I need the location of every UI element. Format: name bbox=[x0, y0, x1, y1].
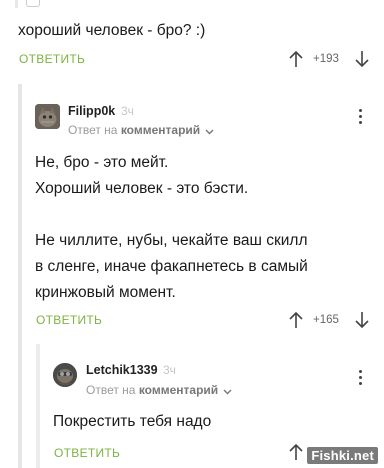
avatar bbox=[35, 104, 60, 129]
kebab-menu-icon[interactable] bbox=[357, 109, 363, 125]
arrow-down-icon[interactable] bbox=[354, 311, 370, 329]
comment-body: Покрестить тебя надо bbox=[53, 413, 212, 430]
reply-button[interactable]: ОТВЕТИТЬ bbox=[19, 52, 85, 66]
watermark: Fishki.net bbox=[307, 447, 378, 464]
username[interactable]: Filipp0k bbox=[68, 104, 115, 118]
comment-line: Не, бро - это мейт. bbox=[35, 154, 169, 171]
meta-link[interactable]: комментарий bbox=[139, 383, 218, 397]
chevron-down-icon[interactable] bbox=[223, 384, 232, 398]
arrow-up-icon[interactable] bbox=[288, 443, 304, 461]
chevron-down-icon[interactable] bbox=[205, 124, 214, 138]
reply-button[interactable]: ОТВЕТИТЬ bbox=[36, 313, 102, 327]
arrow-up-icon[interactable] bbox=[288, 311, 304, 329]
reply-button[interactable]: ОТВЕТИТЬ bbox=[54, 446, 120, 460]
timestamp: 3ч bbox=[121, 104, 134, 118]
thread-indent-line bbox=[18, 84, 22, 468]
score-count: +165 bbox=[313, 314, 339, 326]
timestamp: 3ч bbox=[163, 363, 176, 377]
comment-line: кринжовый момент. bbox=[35, 284, 176, 301]
meta-link[interactable]: комментарий bbox=[121, 123, 200, 137]
previous-comment-edge bbox=[0, 0, 384, 10]
meta-prefix: Ответ на bbox=[68, 123, 118, 137]
comment-line: Не чиллите, нубы, чекайте ваш скилл bbox=[35, 232, 308, 249]
score-count: +193 bbox=[313, 53, 339, 65]
kebab-menu-icon[interactable] bbox=[357, 370, 363, 386]
comment-line: в сленге, иначе факапнетесь в самый bbox=[35, 258, 308, 275]
arrow-up-icon[interactable] bbox=[288, 50, 304, 68]
reply-to-meta[interactable]: Ответ на комментарий bbox=[86, 383, 232, 398]
comment-line: Хороший человек - это бэсти. bbox=[35, 180, 249, 197]
top-comment-text: хороший человек - бро? :) bbox=[18, 22, 206, 39]
username[interactable]: Letchik1339 bbox=[86, 363, 158, 377]
meta-prefix: Ответ на bbox=[86, 383, 136, 397]
avatar bbox=[53, 363, 77, 387]
comment-body: Не, бро - это мейт. Хороший человек - эт… bbox=[35, 150, 308, 306]
thread-indent-line bbox=[36, 344, 40, 468]
arrow-down-icon[interactable] bbox=[354, 50, 370, 68]
reply-to-meta[interactable]: Ответ на комментарий bbox=[68, 123, 214, 138]
comment-line bbox=[35, 202, 308, 228]
